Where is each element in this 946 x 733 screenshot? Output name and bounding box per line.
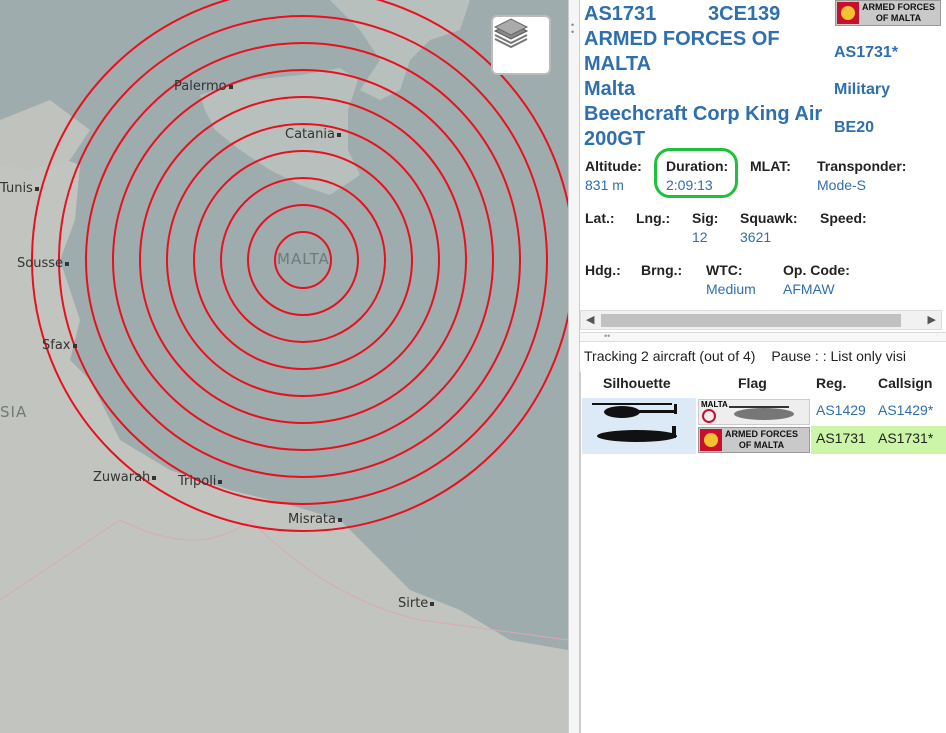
city-tripoli: Tripoli	[178, 474, 223, 489]
brng-label: Brng.:	[641, 262, 683, 278]
afm-emblem-icon	[700, 429, 722, 451]
row-callsign: AS1429*	[878, 402, 934, 418]
hdg-label: Hdg.:	[585, 262, 621, 278]
row-reg: AS1731	[816, 430, 866, 446]
squawk-label: Squawk:	[740, 210, 798, 226]
horizontal-splitter[interactable]: ••	[580, 331, 946, 342]
wtc-value: Medium	[706, 281, 756, 297]
aircraft-hex: 3CE139	[708, 3, 781, 25]
row-reg: AS1429	[816, 402, 866, 418]
altitude-label: Altitude:	[585, 158, 642, 174]
aircraft-type-code: BE20	[834, 119, 875, 136]
lat-label: Lat.:	[585, 210, 615, 226]
altitude-value: 831 m	[585, 177, 624, 193]
table-row[interactable]: MALTA AS1429 AS1429*	[581, 398, 946, 426]
squawk-value: 3621	[740, 229, 772, 245]
aircraft-reg: AS1731	[584, 3, 657, 25]
col-flag[interactable]: Flag	[738, 375, 767, 391]
city-misrata: Misrata	[288, 512, 342, 527]
region-label-malta: MALTA	[277, 250, 330, 268]
city-sousse: Sousse	[17, 256, 69, 271]
city-tunis: Tunis	[0, 181, 39, 196]
aircraft-list: Silhouette Flag Reg. Callsign MALTA AS14…	[580, 372, 946, 733]
row-flag-cell: ARMED FORCES OF MALTA	[698, 427, 810, 453]
splitter-grip-icon: ••	[604, 331, 611, 341]
operator-flag: ARMED FORCES OF MALTA	[835, 0, 941, 26]
city-sirte: Sirte	[398, 596, 435, 611]
city-sfax: Sfax	[42, 338, 77, 353]
table-row[interactable]: ARMED FORCES OF MALTA AS1731 AS1731*	[581, 426, 946, 454]
flag-text: MALTA	[701, 400, 728, 409]
sig-label: Sig:	[692, 210, 719, 226]
flag-label: ARMED FORCES OF MALTA	[862, 2, 936, 23]
row-flag-cell: MALTA	[698, 399, 810, 425]
aircraft-operator: ARMED FORCES OF MALTA	[584, 28, 780, 75]
region-label-libya: SIA	[0, 403, 28, 421]
layers-button[interactable]	[491, 15, 551, 75]
aircraft-country: Malta	[584, 78, 636, 100]
col-callsign[interactable]: Callsign	[878, 375, 932, 391]
flag-label: ARMED FORCES OF MALTA	[725, 429, 799, 450]
scroll-right-icon[interactable]: ▶	[928, 313, 936, 326]
opcode-label: Op. Code:	[783, 262, 850, 278]
opcode-value: AFMAW	[783, 281, 835, 297]
layers-icon	[493, 18, 529, 49]
col-reg[interactable]: Reg.	[816, 375, 846, 391]
wtc-label: WTC:	[706, 262, 743, 278]
afm-emblem-icon	[837, 2, 859, 24]
pause-list-controls[interactable]: Pause : : List only visi	[771, 348, 906, 364]
aircraft-category: Military	[834, 81, 891, 98]
aircraft-callsign: AS1731*	[834, 44, 899, 61]
scrollbar-thumb[interactable]	[601, 314, 901, 327]
transponder-value: Mode-S	[817, 177, 867, 193]
panel-splitter[interactable]: • •	[568, 0, 580, 733]
map-canvas[interactable]	[0, 0, 568, 733]
tracking-status: Tracking 2 aircraft (out of 4) Pause : :…	[584, 348, 906, 364]
aircraft-type-line2: 200GT	[584, 128, 646, 150]
city-zuwarah: Zuwarah	[93, 470, 157, 485]
city-palermo: Palermo	[174, 79, 233, 94]
scroll-left-icon[interactable]: ◀	[586, 313, 594, 326]
tracking-count-text: Tracking 2 aircraft (out of 4)	[584, 348, 756, 364]
mlat-label: MLAT:	[750, 158, 791, 174]
duration-highlight-circle	[654, 148, 738, 198]
info-horizontal-scrollbar[interactable]: ◀ ▶	[580, 310, 942, 330]
splitter-grip-icon: ••	[571, 20, 575, 37]
aircraft-type-line1: Beechcraft Corp King Air	[584, 103, 823, 125]
map-view[interactable]: MALTA SIA Palermo Catania Tunis Sousse S…	[0, 0, 568, 733]
row-callsign: AS1731*	[878, 430, 934, 446]
col-silhouette[interactable]: Silhouette	[603, 375, 671, 391]
transponder-label: Transponder:	[817, 158, 907, 174]
speed-label: Speed:	[820, 210, 867, 226]
lng-label: Lng.:	[636, 210, 671, 226]
city-catania: Catania	[285, 127, 341, 142]
sig-value: 12	[692, 229, 708, 245]
